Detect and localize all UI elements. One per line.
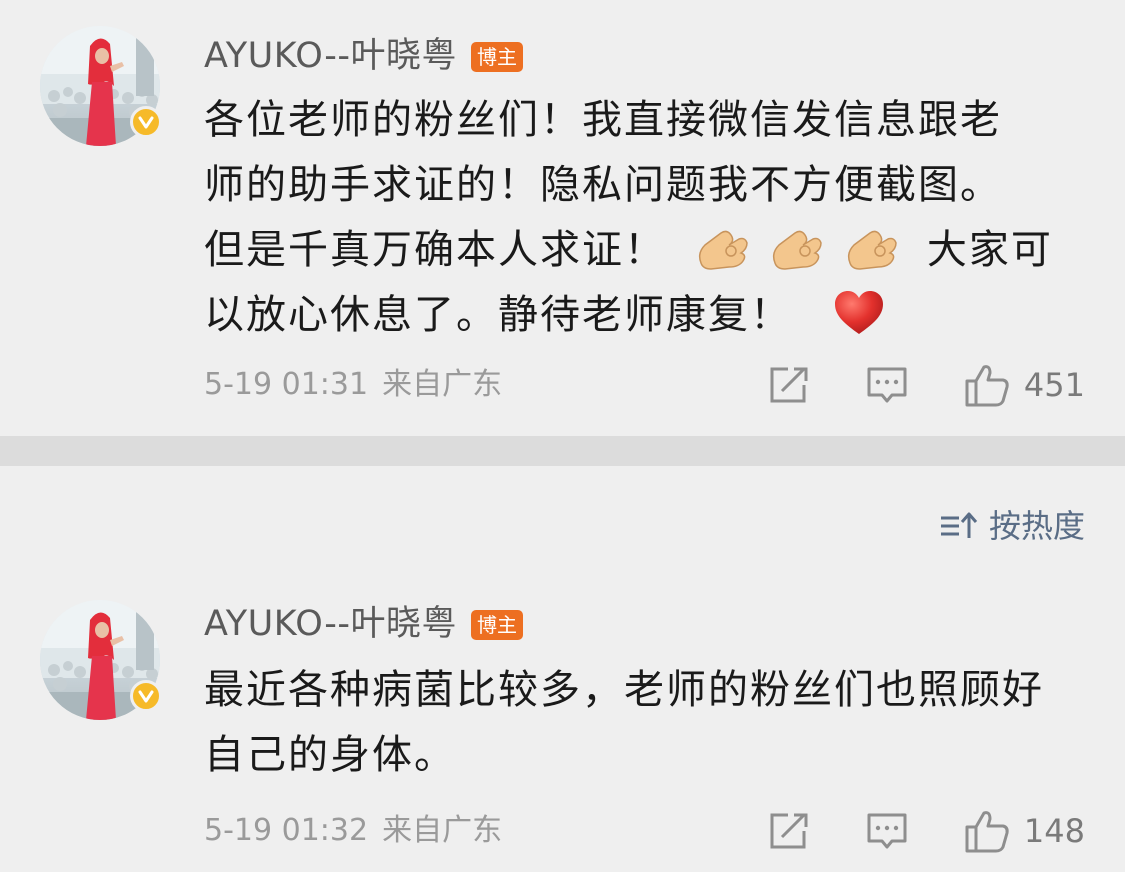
sort-by-hot-button[interactable]: 按热度 bbox=[939, 506, 1085, 546]
section-divider bbox=[0, 436, 1125, 466]
comment-line-text: 以放心休息了。静待老师康复！ bbox=[204, 292, 792, 338]
comment-line: 以放心休息了。静待老师康复！ bbox=[204, 283, 1074, 348]
thumbs-up-icon bbox=[964, 808, 1010, 854]
verified-icon bbox=[130, 106, 162, 138]
comment-footer: 5-19 01:31 来自广东 451 bbox=[204, 362, 1085, 408]
comment-line: 师的助手求证的！隐私问题我不方便截图。 bbox=[204, 162, 1002, 208]
comment-header: AYUKO--叶晓粤 博主 bbox=[204, 34, 524, 78]
sort-label: 按热度 bbox=[988, 507, 1085, 545]
comment-line: 但是千真万确本人求证！ 大家可 bbox=[204, 218, 1074, 283]
comment-text: 最近各种病菌比较多，老师的粉丝们也照顾好 自己的身体。 bbox=[204, 658, 1074, 788]
comment-footer: 5-19 01:32 来自广东 148 bbox=[204, 808, 1085, 854]
comment-item: AYUKO--叶晓粤 博主 各位老师的粉丝们！我直接微信发信息跟老 师的助手求证… bbox=[0, 0, 1125, 436]
comment-line-text: 但是千真万确本人求证！ bbox=[204, 227, 666, 273]
sort-icon bbox=[939, 510, 979, 542]
comment-meta: 5-19 01:32 来自广东 bbox=[204, 808, 502, 854]
comment-source: 来自广东 bbox=[382, 367, 503, 402]
comment-item: AYUKO--叶晓粤 博主 最近各种病菌比较多，老师的粉丝们也照顾好 自己的身体… bbox=[0, 582, 1125, 872]
ok-hand-emoji bbox=[695, 225, 749, 271]
comment-source: 来自广东 bbox=[382, 813, 503, 848]
like-button[interactable]: 451 bbox=[964, 362, 1085, 408]
comment-header: AYUKO--叶晓粤 博主 bbox=[204, 602, 524, 646]
comment-line: 最近各种病菌比较多，老师的粉丝们也照顾好 bbox=[204, 667, 1044, 713]
comment-date: 5-19 01:32 bbox=[204, 813, 369, 848]
like-count: 148 bbox=[1023, 812, 1085, 850]
ok-hand-emoji bbox=[769, 225, 823, 271]
comment-text: 各位老师的粉丝们！我直接微信发信息跟老 师的助手求证的！隐私问题我不方便截图。 … bbox=[204, 88, 1074, 348]
comment-actions: 148 bbox=[768, 808, 1085, 854]
comment-line: 各位老师的粉丝们！我直接微信发信息跟老 bbox=[204, 97, 1002, 143]
comment-actions: 451 bbox=[768, 362, 1085, 408]
verified-icon bbox=[130, 680, 162, 712]
comment-icon[interactable] bbox=[866, 808, 908, 854]
blogger-badge: 博主 bbox=[471, 42, 524, 72]
ok-hand-emoji bbox=[844, 225, 898, 271]
username[interactable]: AYUKO--叶晓粤 bbox=[204, 34, 457, 78]
comment-line: 自己的身体。 bbox=[204, 732, 456, 778]
thumbs-up-icon bbox=[964, 362, 1010, 408]
comment-icon[interactable] bbox=[866, 362, 908, 408]
avatar[interactable] bbox=[40, 600, 162, 720]
like-count: 451 bbox=[1023, 366, 1085, 404]
sort-bar: 按热度 bbox=[0, 466, 1125, 582]
avatar[interactable] bbox=[40, 26, 162, 146]
like-button[interactable]: 148 bbox=[964, 808, 1085, 854]
comment-date: 5-19 01:31 bbox=[204, 367, 369, 402]
comment-line-text: 大家可 bbox=[926, 227, 1053, 273]
username[interactable]: AYUKO--叶晓粤 bbox=[204, 602, 457, 646]
share-icon[interactable] bbox=[768, 362, 810, 408]
share-icon[interactable] bbox=[768, 808, 810, 854]
blogger-badge: 博主 bbox=[471, 610, 524, 640]
comment-meta: 5-19 01:31 来自广东 bbox=[204, 362, 502, 408]
red-heart-emoji bbox=[833, 290, 885, 336]
